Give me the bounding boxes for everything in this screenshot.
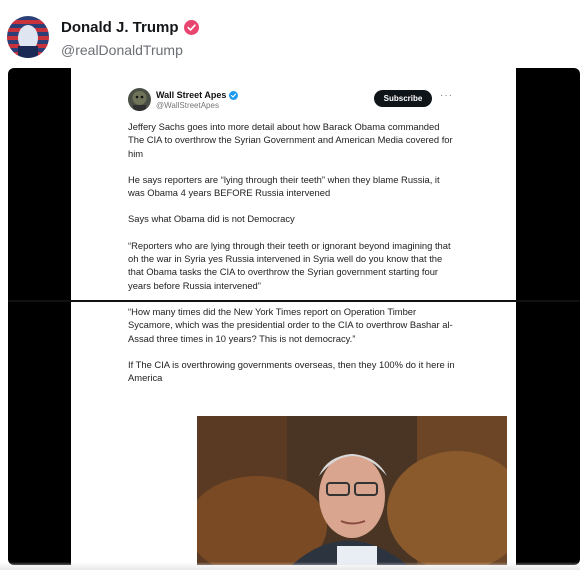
embedded-tweet-avatar bbox=[128, 88, 151, 111]
embedded-tweet-name-text: Wall Street Apes bbox=[156, 90, 227, 100]
video-frame-divider bbox=[8, 300, 580, 302]
post-media-video[interactable]: Wall Street Apes @WallStreetApes Subscri… bbox=[8, 68, 580, 565]
author-name-text[interactable]: Donald J. Trump bbox=[61, 19, 179, 36]
embedded-tweet-body: Jeffery Sachs goes into more detail abou… bbox=[128, 120, 458, 397]
tweet-paragraph: “How many times did the New York Times r… bbox=[128, 305, 453, 344]
more-options-icon: ··· bbox=[440, 90, 453, 101]
embedded-video-thumbnail bbox=[197, 416, 507, 565]
author-avatar[interactable] bbox=[7, 16, 49, 58]
tweet-paragraph: If The CIA is overthrowing governments o… bbox=[128, 358, 455, 384]
post-header: Donald J. Trump @realDonaldTrump bbox=[0, 0, 580, 68]
verified-badge-icon bbox=[183, 20, 199, 35]
bottom-fade bbox=[0, 562, 580, 570]
verified-badge-icon bbox=[229, 90, 239, 100]
author-name[interactable]: Donald J. Trump bbox=[61, 19, 199, 36]
embedded-tweet-name: Wall Street Apes bbox=[156, 90, 239, 100]
embedded-tweet-header: Wall Street Apes @WallStreetApes Subscri… bbox=[128, 88, 458, 114]
subscribe-button: Subscribe bbox=[374, 90, 432, 107]
tweet-paragraph: Jeffery Sachs goes into more detail abou… bbox=[128, 121, 453, 159]
embedded-tweet-screenshot: Wall Street Apes @WallStreetApes Subscri… bbox=[71, 68, 516, 565]
tweet-paragraph: Says what Obama did is not Democracy bbox=[128, 213, 295, 225]
tweet-paragraph: He says reporters are “lying through the… bbox=[128, 173, 440, 199]
tweet-paragraph: “Reporters who are lying through their t… bbox=[128, 239, 451, 291]
embedded-tweet-handle: @WallStreetApes bbox=[156, 101, 219, 110]
author-handle[interactable]: @realDonaldTrump bbox=[61, 42, 183, 58]
